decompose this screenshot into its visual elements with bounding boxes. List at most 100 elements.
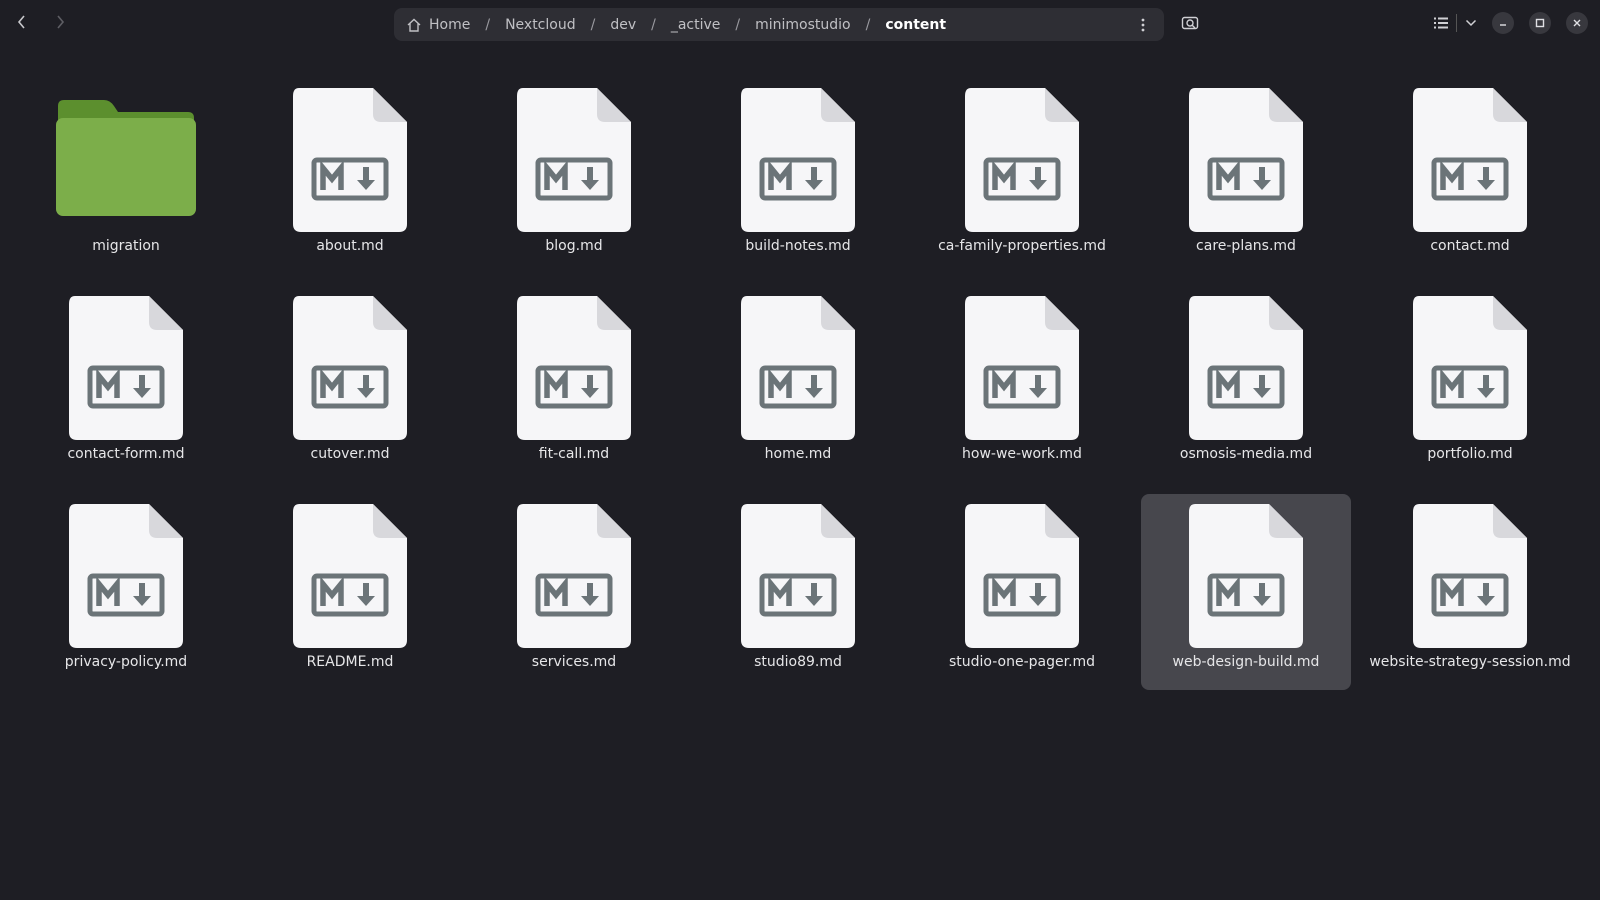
markdown-file-icon <box>1166 286 1326 448</box>
path-separator: / <box>590 16 596 33</box>
file-name: fit-call.md <box>538 446 610 462</box>
crumb-content[interactable]: content <box>884 17 947 33</box>
file-name: ca-family-properties.md <box>938 238 1106 254</box>
crumb-home[interactable]: Home <box>406 17 471 33</box>
file-name: portfolio.md <box>1427 446 1513 462</box>
file-item[interactable]: studio-one-pager.md <box>917 494 1127 690</box>
list-view-icon <box>1434 17 1448 29</box>
markdown-file-icon <box>270 78 430 240</box>
file-name: web-design-build.md <box>1172 654 1320 670</box>
crumb-label: minimostudio <box>755 16 851 33</box>
file-name: home.md <box>764 446 832 462</box>
file-item[interactable]: fit-call.md <box>469 286 679 482</box>
file-item[interactable]: website-strategy-session.md <box>1365 494 1575 690</box>
markdown-file-icon <box>494 286 654 448</box>
file-item[interactable]: osmosis-media.md <box>1141 286 1351 482</box>
header-bar: Home / Nextcloud / dev / _active / minim… <box>0 0 1600 46</box>
file-name: blog.md <box>545 238 603 254</box>
markdown-file-icon <box>46 286 206 448</box>
markdown-file-icon <box>718 494 878 656</box>
file-item[interactable]: about.md <box>245 78 455 274</box>
file-item[interactable]: care-plans.md <box>1141 78 1351 274</box>
file-item[interactable]: build-notes.md <box>693 78 903 274</box>
close-button[interactable] <box>1566 12 1588 34</box>
path-menu-button[interactable] <box>1132 14 1154 36</box>
crumb-dev[interactable]: dev <box>609 17 637 33</box>
path-separator: / <box>865 16 871 33</box>
path-bar[interactable]: Home / Nextcloud / dev / _active / minim… <box>394 8 1164 41</box>
file-name: website-strategy-session.md <box>1369 654 1571 670</box>
folder-icon <box>46 78 206 240</box>
crumb-active[interactable]: _active <box>670 17 722 33</box>
file-item[interactable]: studio89.md <box>693 494 903 690</box>
crumb-minimostudio[interactable]: minimostudio <box>754 17 852 33</box>
crumb-nextcloud[interactable]: Nextcloud <box>504 17 577 33</box>
markdown-file-icon <box>494 78 654 240</box>
crumb-label: dev <box>610 16 637 33</box>
file-name: migration <box>92 238 160 254</box>
markdown-file-icon <box>1390 286 1550 448</box>
markdown-file-icon <box>270 286 430 448</box>
view-divider <box>1456 14 1457 32</box>
path-separator: / <box>651 16 656 33</box>
path-separator: / <box>485 16 491 33</box>
markdown-file-icon <box>718 286 878 448</box>
search-icon <box>1181 16 1199 30</box>
markdown-file-icon <box>46 494 206 656</box>
view-mode-button[interactable] <box>1428 9 1454 37</box>
file-name: studio89.md <box>754 654 842 670</box>
maximize-button[interactable] <box>1529 12 1551 34</box>
file-item[interactable]: contact.md <box>1365 78 1575 274</box>
file-name: studio-one-pager.md <box>948 654 1096 670</box>
chevron-left-icon <box>17 15 25 29</box>
file-name: contact-form.md <box>67 446 185 462</box>
file-item[interactable]: home.md <box>693 286 903 482</box>
minimize-icon <box>1500 24 1506 26</box>
file-item[interactable]: ca-family-properties.md <box>917 78 1127 274</box>
markdown-file-icon <box>270 494 430 656</box>
markdown-file-icon <box>942 286 1102 448</box>
crumb-label: Home <box>429 16 471 33</box>
markdown-file-icon <box>942 78 1102 240</box>
crumb-label: content <box>885 16 947 33</box>
folder-item[interactable]: migration <box>21 78 231 274</box>
file-item[interactable]: contact-form.md <box>21 286 231 482</box>
file-item[interactable]: services.md <box>469 494 679 690</box>
crumb-label: Nextcloud <box>505 16 576 33</box>
file-name: about.md <box>316 238 384 254</box>
markdown-file-icon <box>1390 494 1550 656</box>
file-name: how-we-work.md <box>962 446 1082 462</box>
file-item[interactable]: blog.md <box>469 78 679 274</box>
search-button[interactable] <box>1176 9 1204 37</box>
file-item[interactable]: cutover.md <box>245 286 455 482</box>
file-name: build-notes.md <box>745 238 851 254</box>
file-name: README.md <box>306 654 394 670</box>
markdown-file-icon <box>1166 78 1326 240</box>
chevron-down-icon <box>1465 19 1477 27</box>
markdown-file-icon <box>494 494 654 656</box>
file-name: cutover.md <box>310 446 390 462</box>
back-button[interactable] <box>8 8 36 36</box>
markdown-file-icon <box>1390 78 1550 240</box>
markdown-file-icon <box>942 494 1102 656</box>
file-name: contact.md <box>1430 238 1510 254</box>
maximize-icon <box>1535 18 1545 28</box>
file-item[interactable]: README.md <box>245 494 455 690</box>
markdown-file-icon <box>1166 494 1326 656</box>
close-icon <box>1573 19 1581 27</box>
file-item[interactable]: portfolio.md <box>1365 286 1575 482</box>
file-name: services.md <box>531 654 617 670</box>
view-options-dropdown[interactable] <box>1459 9 1483 37</box>
markdown-file-icon <box>718 78 878 240</box>
file-grid: migration about.md blog.md build-notes.m… <box>14 72 1586 696</box>
minimize-button[interactable] <box>1492 12 1514 34</box>
file-name: privacy-policy.md <box>64 654 188 670</box>
file-name: care-plans.md <box>1196 238 1296 254</box>
file-item[interactable]: privacy-policy.md <box>21 494 231 690</box>
home-icon <box>406 17 422 33</box>
file-item[interactable]: web-design-build.md <box>1141 494 1351 690</box>
crumb-label: _active <box>670 16 721 33</box>
path-separator: / <box>735 16 741 33</box>
file-item[interactable]: how-we-work.md <box>917 286 1127 482</box>
forward-button[interactable] <box>46 8 74 36</box>
